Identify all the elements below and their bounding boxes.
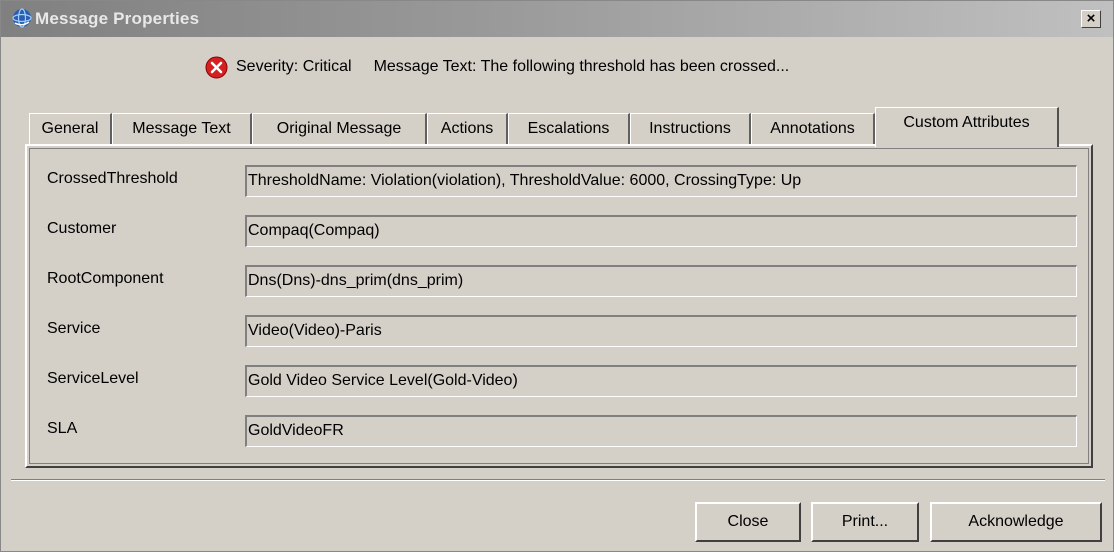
- tab-annotations[interactable]: Annotations: [751, 113, 875, 145]
- close-window-button[interactable]: ×: [1081, 10, 1101, 28]
- attr-label-crossedthreshold: CrossedThreshold: [47, 170, 178, 187]
- attr-label-service: Service: [47, 320, 101, 337]
- attr-label-servicelevel: ServiceLevel: [47, 370, 139, 387]
- attr-value-crossedthreshold[interactable]: ThresholdName: Violation(violation), Thr…: [245, 165, 1077, 197]
- attr-value-rootcomponent[interactable]: Dns(Dns)-dns_prim(dns_prim): [245, 265, 1077, 297]
- title-bar: Message Properties ×: [1, 1, 1113, 37]
- severity-line: Severity: Critical Message Text: The fol…: [205, 55, 789, 79]
- tab-general[interactable]: General: [29, 113, 112, 145]
- attr-label-rootcomponent: RootComponent: [47, 270, 164, 287]
- tab-message-text[interactable]: Message Text: [112, 113, 252, 145]
- attr-value-service[interactable]: Video(Video)-Paris: [245, 315, 1077, 347]
- severity-label: Severity: Critical: [236, 58, 352, 75]
- tab-instructions[interactable]: Instructions: [630, 113, 751, 145]
- close-button[interactable]: Close: [695, 502, 801, 542]
- tab-original-message[interactable]: Original Message: [252, 113, 427, 145]
- attr-label-sla: SLA: [47, 420, 78, 437]
- print-button[interactable]: Print...: [811, 502, 919, 542]
- critical-x-icon: [205, 56, 228, 78]
- message-properties-window: Message Properties × Severity: Critical …: [0, 0, 1114, 552]
- window-title: Message Properties: [35, 9, 200, 28]
- bottom-separator: [11, 479, 1105, 481]
- attr-value-servicelevel[interactable]: Gold Video Service Level(Gold-Video): [245, 365, 1077, 397]
- message-text-summary: Message Text: The following threshold ha…: [373, 58, 790, 75]
- acknowledge-button[interactable]: Acknowledge: [930, 502, 1102, 542]
- tab-actions[interactable]: Actions: [427, 113, 508, 145]
- attr-label-customer: Customer: [47, 220, 117, 237]
- attr-value-sla[interactable]: GoldVideoFR: [245, 415, 1077, 447]
- custom-attributes-panel: CrossedThreshold ThresholdName: Violatio…: [25, 144, 1093, 468]
- attr-value-customer[interactable]: Compaq(Compaq): [245, 215, 1077, 247]
- tab-custom-attributes[interactable]: Custom Attributes: [875, 107, 1059, 147]
- app-globe-icon: [12, 8, 32, 28]
- tab-escalations[interactable]: Escalations: [508, 113, 630, 145]
